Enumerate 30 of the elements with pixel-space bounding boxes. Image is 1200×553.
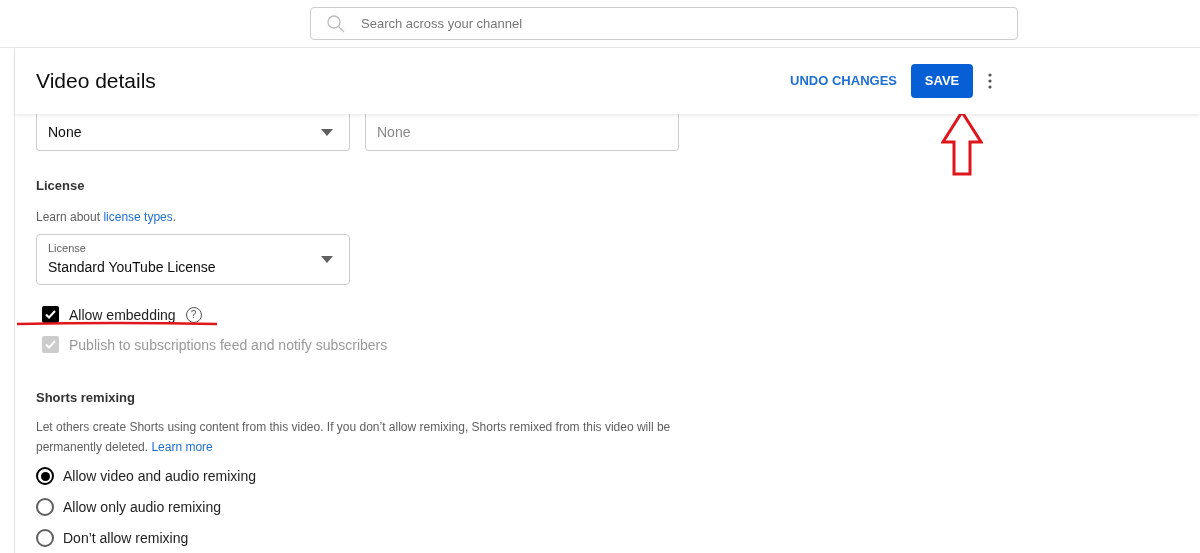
checkbox-label: Allow embedding (69, 306, 176, 323)
license-types-link[interactable]: license types (103, 209, 173, 224)
search-input[interactable]: Search across your channel (361, 13, 1001, 34)
search-field[interactable]: Search across your channel (310, 7, 1018, 40)
field-label: License (48, 241, 87, 257)
license-dropdown[interactable]: License Standard YouTube License (36, 233, 350, 285)
field-value: Standard YouTube License (48, 257, 216, 277)
section-title: License (36, 177, 86, 195)
save-button[interactable]: SAVE (911, 64, 973, 98)
caret-icon (321, 128, 333, 136)
radio-button[interactable] (36, 498, 54, 516)
radio-button[interactable] (36, 467, 54, 485)
caret-icon (321, 255, 333, 263)
page-title: Video details (36, 68, 157, 95)
video-location-field[interactable]: None (365, 114, 679, 151)
section-title: Shorts remixing (36, 388, 136, 407)
checkmark-icon (44, 308, 57, 321)
checkmark-icon (44, 338, 57, 351)
radio-button[interactable] (36, 529, 54, 547)
radio-label: Allow video and audio remixing (63, 466, 256, 486)
radio-label: Allow only audio remixing (63, 497, 221, 517)
radio-label: Don’t allow remixing (63, 528, 189, 548)
license-help-text: Learn about license types. (36, 208, 178, 226)
checkbox-label: Publish to subscriptions feed and notify subscribers (69, 336, 388, 353)
remixing-description: Let others create Shorts using content from this video. If you don’t allow remixing, Shorts remixed from this video will be permanently deleted. Learn more (36, 419, 672, 456)
recording-date-dropdown[interactable]: None (36, 114, 350, 151)
undo-changes-button[interactable]: UNDO CHANGES (790, 71, 897, 91)
learn-more-link[interactable]: Learn more (151, 440, 213, 454)
more-icon[interactable] (988, 73, 992, 89)
search-icon (327, 14, 345, 33)
